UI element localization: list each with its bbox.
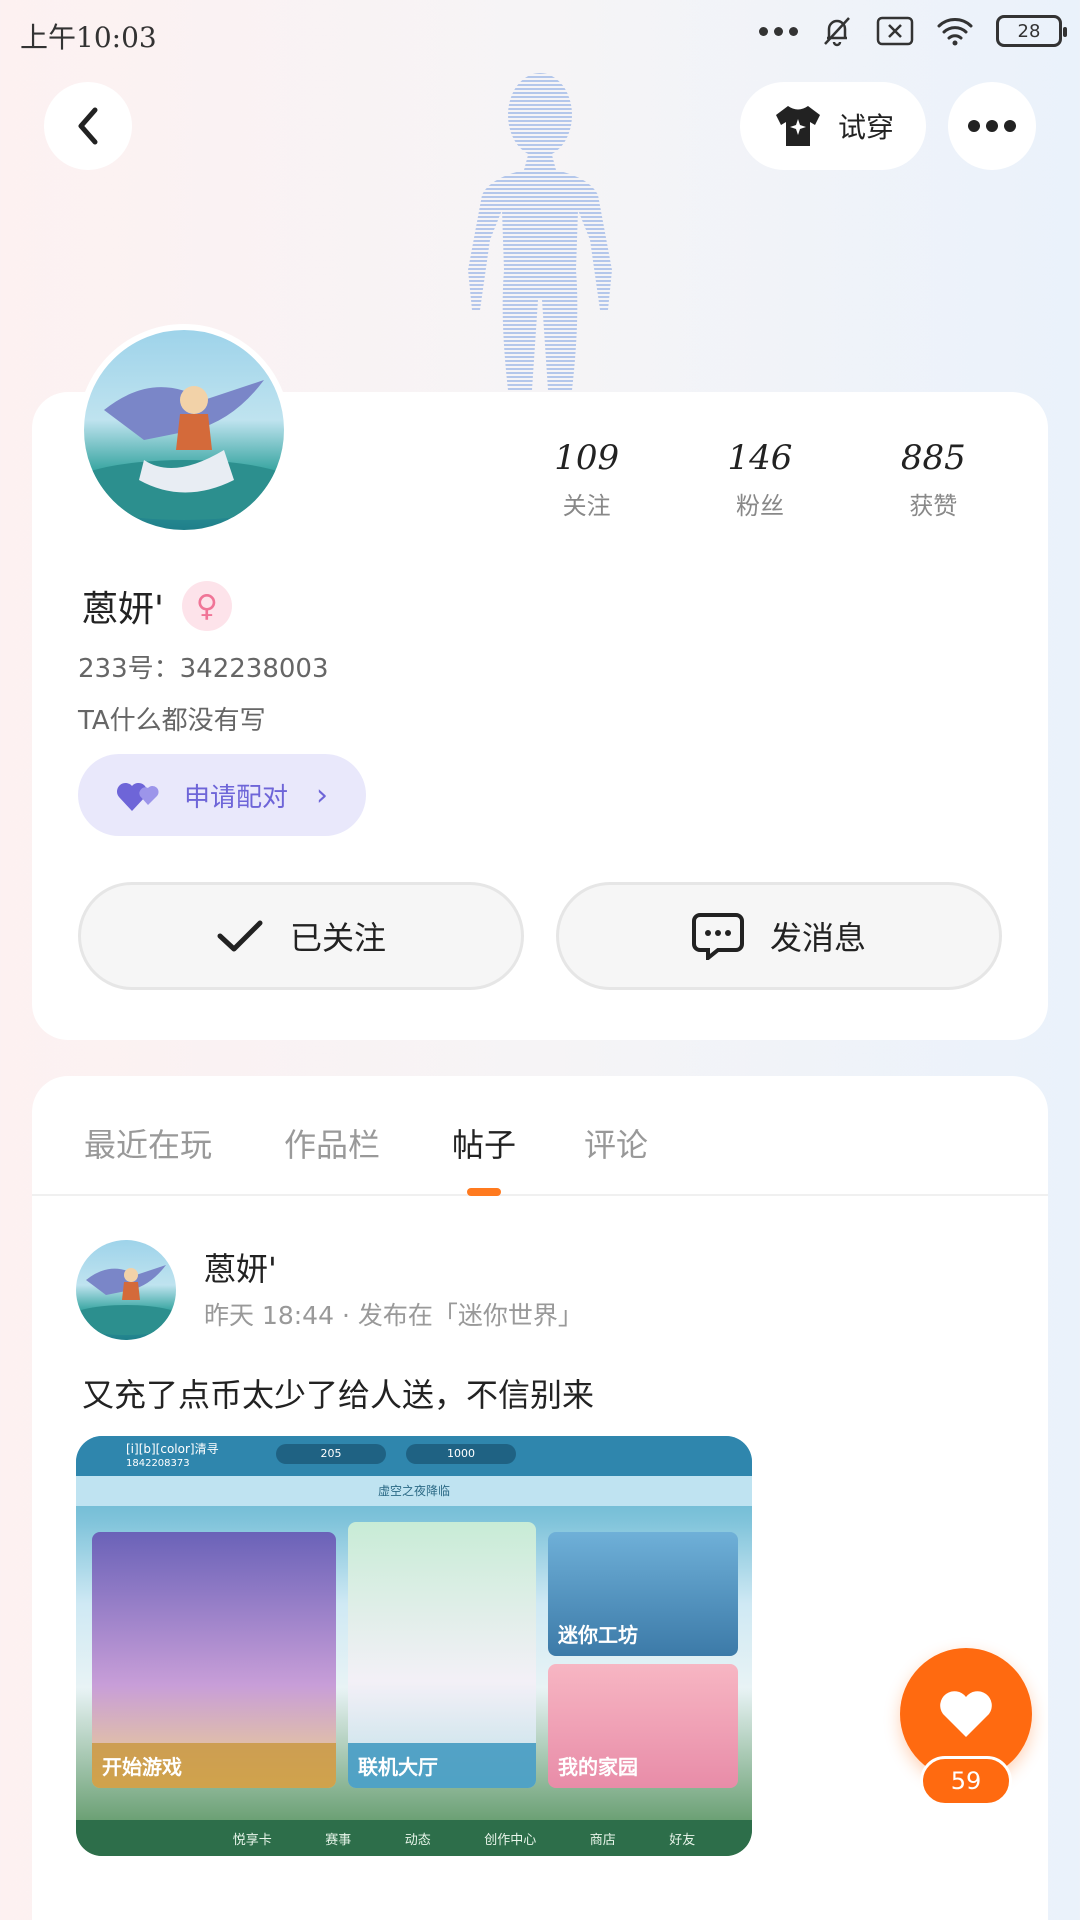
- game-nav-item: 赛事: [325, 1832, 352, 1848]
- post-author-avatar[interactable]: [76, 1240, 176, 1340]
- tab-works[interactable]: 作品栏: [284, 1120, 380, 1166]
- apply-pair-button[interactable]: 申请配对 ›: [78, 754, 366, 836]
- post-author-name[interactable]: 蒽妍': [204, 1244, 277, 1290]
- stat-followers[interactable]: 146 粉丝: [680, 438, 840, 521]
- game-nav-item: 商店: [589, 1832, 616, 1848]
- stat-value: 885: [900, 438, 966, 478]
- avatar-figure-image: [468, 73, 612, 390]
- following-label: 已关注: [289, 919, 386, 957]
- game-nav-item: 创作中心: [484, 1832, 537, 1848]
- pair-label: 申请配对: [184, 782, 289, 813]
- check-icon: [217, 920, 263, 952]
- stat-value: 146: [727, 438, 793, 478]
- stats-row: 109 关注 146 粉丝 885 获赞: [500, 438, 1020, 521]
- game-nav-item: 好友: [669, 1832, 696, 1848]
- game-tile-workshop: 迷你工坊: [548, 1532, 738, 1656]
- status-icons: 28: [759, 14, 1067, 48]
- game-tile-home: 我的家园: [548, 1664, 738, 1788]
- wifi-icon: [937, 18, 973, 46]
- stat-label: 粉丝: [735, 492, 784, 520]
- game-player-id: 1842208373: [126, 1458, 190, 1469]
- tab-recently-played[interactable]: 最近在玩: [84, 1120, 212, 1166]
- following-button[interactable]: 已关注: [78, 882, 524, 990]
- user-id[interactable]: 233号：342238003: [78, 648, 329, 685]
- game-nav-item: 动态: [404, 1832, 431, 1848]
- avatar-image: [84, 380, 284, 520]
- stat-value: 109: [554, 438, 620, 478]
- stat-label: 关注: [562, 492, 611, 520]
- game-tile-label: 开始游戏: [92, 1743, 336, 1788]
- username-text: 蒽妍': [82, 589, 164, 630]
- game-bottom-nav: 悦享卡 赛事 动态 创作中心 商店 好友: [76, 1820, 752, 1856]
- try-on-label: 试穿: [837, 111, 894, 144]
- send-message-button[interactable]: 发消息: [556, 882, 1002, 990]
- more-icon: [968, 120, 1016, 132]
- status-time: 上午10:03: [20, 21, 157, 54]
- heart-icon: [940, 1691, 992, 1737]
- game-player-name: [i][b][color]清寻: [126, 1442, 219, 1456]
- game-topbar: [i][b][color]清寻 1842208373 205 1000: [76, 1436, 752, 1476]
- user-bio: TA什么都没有写: [78, 706, 266, 736]
- post-meta: 昨天 18:44 · 发布在「迷你世界」: [204, 1301, 583, 1330]
- game-tile-label: 我的家园: [558, 1755, 638, 1779]
- message-label: 发消息: [769, 919, 866, 957]
- tab-posts[interactable]: 帖子: [452, 1120, 516, 1166]
- more-button[interactable]: [948, 82, 1036, 170]
- tab-comments[interactable]: 评论: [584, 1120, 648, 1166]
- stat-following[interactable]: 109 关注: [507, 438, 667, 521]
- avatar-image: [76, 1265, 176, 1335]
- like-count-badge: 59: [920, 1756, 1012, 1806]
- game-coin-count: 205: [276, 1444, 386, 1464]
- tab-bar: 最近在玩 作品栏 帖子 评论: [32, 1076, 1048, 1196]
- post-text[interactable]: 又充了点币太少了给人送，不信别来: [82, 1370, 594, 1416]
- game-bean-count: 1000: [406, 1444, 516, 1464]
- avatar[interactable]: [78, 324, 290, 536]
- more-notifications-icon: [759, 26, 798, 36]
- game-tile-label: 联机大厅: [348, 1743, 536, 1788]
- chevron-right-icon: ›: [316, 777, 329, 813]
- game-nav-item: 悦享卡: [232, 1832, 272, 1848]
- game-tile-start: 开始游戏: [92, 1532, 336, 1788]
- game-tile-lobby: 联机大厅: [348, 1522, 536, 1788]
- tshirt-icon: [775, 106, 820, 146]
- profile-username: 蒽妍' ♀: [82, 580, 232, 632]
- active-tab-indicator: [467, 1188, 501, 1196]
- post-image[interactable]: [i][b][color]清寻 1842208373 205 1000 虚空之夜…: [76, 1436, 752, 1856]
- back-button[interactable]: [44, 82, 132, 170]
- stat-label: 获赞: [909, 492, 958, 520]
- female-icon: ♀: [181, 581, 232, 631]
- battery-icon: 28: [996, 15, 1067, 47]
- sim-off-icon: [876, 16, 914, 46]
- chevron-left-icon: [78, 107, 98, 145]
- bell-muted-icon: [824, 17, 850, 47]
- chat-bubble-icon: [691, 913, 744, 960]
- game-banner: 虚空之夜降临: [76, 1476, 752, 1506]
- try-on-button[interactable]: 试穿: [740, 82, 926, 170]
- stat-likes: 885 获赞: [853, 438, 1013, 521]
- hearts-icon: [116, 782, 159, 811]
- game-tile-label: 迷你工坊: [558, 1623, 638, 1647]
- content-card: 最近在玩 作品栏 帖子 评论 蒽妍' 昨天 18:44 · 发布在「迷你世界」 …: [32, 1076, 1048, 1920]
